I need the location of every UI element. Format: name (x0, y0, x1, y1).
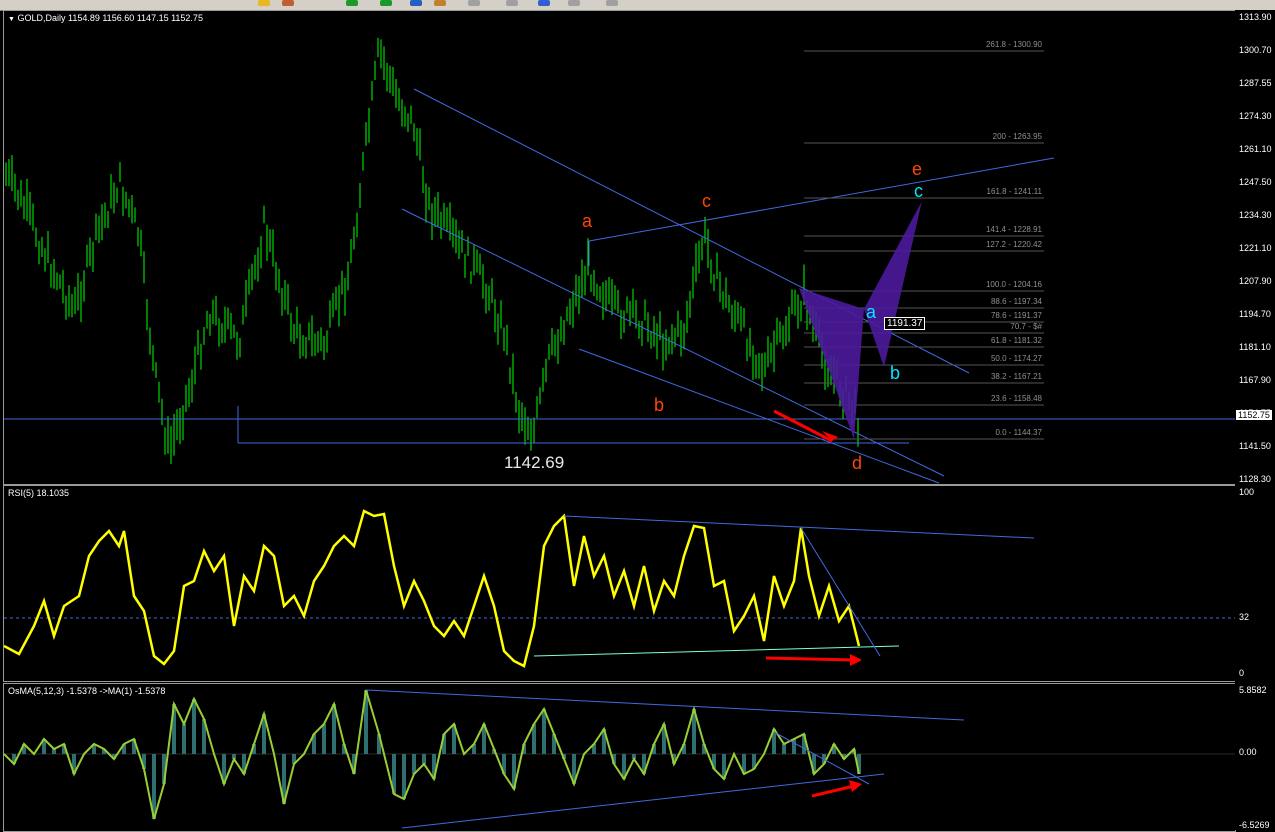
osma-tick-label: -6.5269 (1239, 820, 1270, 830)
rsi-pane[interactable]: RSI(5) 18.1035 (3, 485, 1236, 682)
fibo-level-label: 88.6 - 1197.34 (991, 297, 1043, 306)
price-tick-label: 1261.10 (1239, 144, 1272, 154)
wave-label-e: e (912, 159, 922, 179)
rsi-support-line[interactable] (533, 645, 900, 657)
toolbar-button[interactable] (606, 0, 618, 6)
price-tick-label: 1221.10 (1239, 243, 1272, 253)
toolbar-button[interactable] (434, 0, 446, 6)
price-tick-label: 1181.10 (1239, 342, 1271, 352)
osma-trend-line[interactable] (773, 731, 870, 785)
osma-tick-label: 5.8582 (1239, 685, 1267, 695)
osma-label: OsMA(5,12,3) -1.5378 ->MA(1) -1.5378 (8, 686, 166, 696)
wave-label-d: d (852, 453, 862, 473)
price-chart-pane[interactable]: 261.8 - 1300.90 200 - 1263.95 161.8 - 1241… (3, 10, 1236, 485)
toolbar-button[interactable] (568, 0, 580, 6)
fibo-level-label: 200 - 1263.95 (993, 132, 1043, 141)
rsi-tick-label: 0 (1239, 668, 1245, 678)
toolbar-button[interactable] (282, 0, 294, 6)
toolbar-button[interactable] (468, 0, 480, 6)
rsi-axis[interactable]: 100 32 0 (1235, 485, 1275, 682)
rsi-red-arrow (765, 656, 855, 662)
fibo-level-label: 38.2 - 1167.21 (991, 372, 1043, 381)
toolbar-button[interactable] (258, 0, 270, 6)
fibo-level-label: 23.6 - 1158.48 (991, 394, 1043, 403)
price-tick-label: 1313.90 (1239, 12, 1272, 22)
toolbar-button[interactable] (380, 0, 392, 6)
fibo-level-label: 61.8 - 1181.32 (991, 336, 1043, 345)
fibo-level-label: 70.7 - $# (1010, 322, 1042, 331)
osma-red-arrow (811, 784, 855, 798)
rsi-label: RSI(5) 18.1035 (8, 488, 70, 498)
osma-resistance-line[interactable] (365, 689, 965, 721)
price-tick-label: 1274.30 (1239, 111, 1272, 121)
toolbar-button[interactable] (506, 0, 518, 6)
harmonic-pattern-left[interactable] (799, 288, 864, 439)
fibo-level-label: 100.0 - 1204.16 (986, 280, 1043, 289)
red-arrow (773, 409, 833, 443)
symbol-name: GOLD,Daily (17, 13, 66, 23)
wave-channel-line[interactable] (588, 157, 1055, 242)
toolbar-button[interactable] (346, 0, 358, 6)
price-tick-label: 1167.90 (1239, 375, 1271, 385)
current-price-box: 1152.75 (1236, 410, 1272, 420)
fibo-level-label: 141.4 - 1228.91 (986, 225, 1043, 234)
price-tick-label: 1300.70 (1239, 45, 1272, 55)
osma-axis[interactable]: 5.8582 0.00 -6.5269 (1235, 683, 1275, 830)
price-tick-label: 1207.90 (1239, 276, 1272, 286)
toolbar-button[interactable] (410, 0, 422, 6)
rsi-line (4, 509, 861, 668)
downtrend-middle-line[interactable] (401, 208, 945, 477)
rsi-red-arrow-head (850, 654, 862, 666)
osma-canvas[interactable] (4, 684, 1235, 831)
osma-pane[interactable]: OsMA(5,12,3) -1.5378 ->MA(1) -1.5378 (3, 683, 1236, 832)
price-tick-label: 1247.50 (1239, 177, 1272, 187)
dropdown-icon[interactable]: ▼ (8, 16, 15, 23)
fibo-level-label: 261.8 - 1300.90 (986, 40, 1043, 49)
price-tick-label: 1234.30 (1239, 210, 1272, 220)
fibo-level-label: 50.0 - 1174.27 (991, 354, 1043, 363)
fibo-level-label: 0.0 - 1144.37 (995, 428, 1042, 437)
low-annotation: 1142.69 (504, 453, 565, 472)
rsi-tick-label: 100 (1239, 487, 1255, 497)
ohlc-values: 1154.89 1156.60 1147.15 1152.75 (67, 13, 203, 23)
fibo-level-label: 78.6 - 1191.37 (991, 311, 1043, 320)
sub-wave-label-c: c (914, 181, 923, 201)
fibo-level-label: 127.2 - 1220.42 (986, 240, 1043, 249)
price-marker-box: 1191.37 (884, 317, 926, 330)
wave-label-b: b (654, 395, 664, 415)
rsi-canvas[interactable] (4, 486, 1235, 681)
symbol-label: ▼ GOLD,Daily 1154.89 1156.60 1147.15 115… (8, 13, 203, 23)
price-axis[interactable]: 1313.90 1300.70 1287.55 1274.30 1261.10 1247.… (1235, 10, 1275, 485)
rsi-tick-label: 32 (1239, 612, 1250, 622)
osma-support-line[interactable] (401, 773, 885, 829)
sub-wave-label-a: a (866, 302, 877, 322)
wave-label-c: c (702, 191, 711, 211)
price-tick-label: 1194.70 (1239, 309, 1271, 319)
fibo-level-label: 161.8 - 1241.11 (987, 187, 1043, 196)
wave-label-a: a (582, 211, 593, 231)
price-tick-label: 1128.30 (1239, 474, 1271, 484)
price-tick-label: 1141.50 (1239, 441, 1271, 451)
toolbar-button[interactable] (538, 0, 550, 6)
osma-tick-label: 0.00 (1239, 747, 1257, 757)
osma-red-arrow-head (849, 780, 862, 792)
price-chart-canvas[interactable]: 261.8 - 1300.90 200 - 1263.95 161.8 - 1241… (4, 11, 1235, 484)
harmonic-pattern-right[interactable] (864, 201, 922, 367)
price-tick-label: 1287.55 (1239, 78, 1272, 88)
sub-wave-label-b: b (890, 363, 900, 383)
